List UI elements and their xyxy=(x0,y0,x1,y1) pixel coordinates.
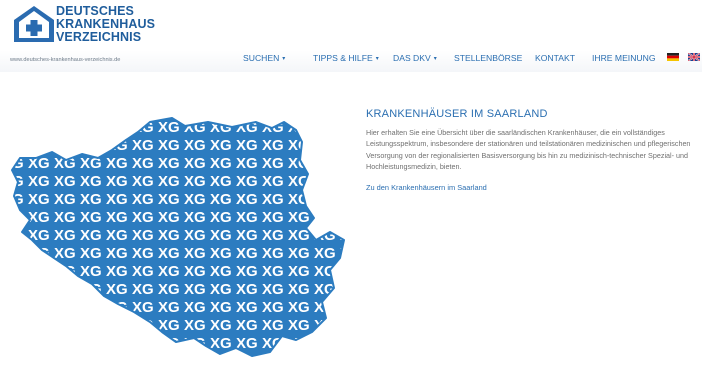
nav-item-ihre-meinung[interactable]: IHRE MEINUNG xyxy=(592,52,656,64)
nav-item-das-dkv[interactable]: DAS DKV ▾ xyxy=(393,52,437,65)
saarland-region-shape xyxy=(11,117,345,357)
chevron-down-icon: ▾ xyxy=(433,56,437,62)
nav-label: KONTAKT xyxy=(535,53,575,63)
hospital-house-icon xyxy=(14,6,54,42)
nav-item-tipps-hilfe[interactable]: TIPPS & HILFE ▾ xyxy=(313,52,379,65)
nav-item-stellenboerse[interactable]: STELLENBÖRSE xyxy=(454,52,522,64)
intro-text: Hier erhalten Sie eine Übersicht über di… xyxy=(366,128,691,171)
nav-label: SUCHEN xyxy=(243,53,280,63)
nav-item-suchen[interactable]: SUCHEN ▾ xyxy=(243,52,285,65)
nav-label: TIPPS & HILFE xyxy=(313,53,373,63)
nav-label: STELLENBÖRSE xyxy=(454,53,523,63)
nav-item-kontakt[interactable]: KONTAKT xyxy=(535,52,575,64)
saarland-map-image[interactable]: XG xyxy=(0,100,350,362)
page-title: KRANKENHÄUSER IM SAARLAND xyxy=(366,108,548,120)
site-header: DEUTSCHES KRANKENHAUS VERZEICHNIS www.de… xyxy=(0,0,702,72)
logo-line: VERZEICHNIS xyxy=(56,30,142,44)
nav-label: DAS DKV xyxy=(393,53,431,63)
chevron-down-icon: ▾ xyxy=(375,56,379,62)
hospitals-link[interactable]: Zu den Krankenhäusern im Saarland xyxy=(366,183,487,192)
uk-flag-icon[interactable] xyxy=(688,53,700,61)
main-nav: SUCHEN ▾ TIPPS & HILFE ▾ DAS DKV ▾ STELLENB… xyxy=(0,52,702,66)
nav-label: IHRE MEINUNG xyxy=(592,53,656,63)
german-flag-icon[interactable] xyxy=(667,53,679,61)
chevron-down-icon: ▾ xyxy=(282,56,286,62)
logo-wordmark: DEUTSCHES KRANKENHAUS VERZEICHNIS xyxy=(56,5,155,44)
main-content: KRANKENHÄUSER IM SAARLAND Hier erhalten … xyxy=(366,107,696,195)
